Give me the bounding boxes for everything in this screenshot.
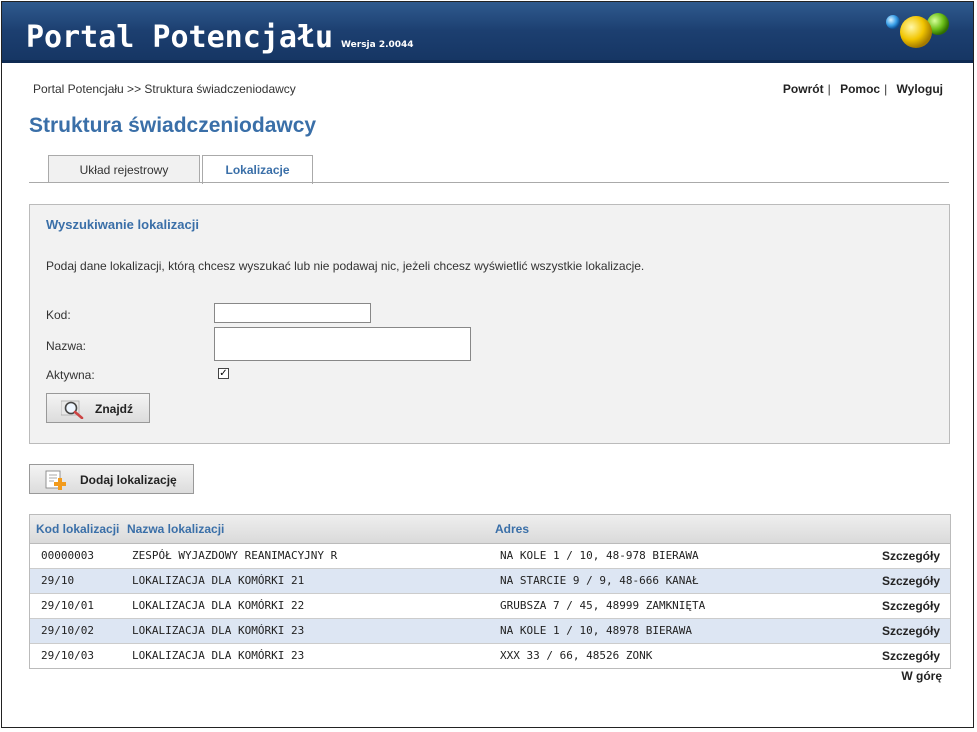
cell-code: 29/10 — [41, 574, 75, 587]
magnifier-icon — [61, 400, 84, 419]
table-row: 29/10/03 LOKALIZACJA DLA KOMÓRKI 23 XXX … — [30, 644, 950, 668]
active-checkbox[interactable]: ✓ — [218, 368, 229, 379]
cell-address: NA KOLE 1 / 10, 48-978 BIERAWA — [500, 549, 699, 562]
table-row: 29/10 LOKALIZACJA DLA KOMÓRKI 21 NA STAR… — [30, 569, 950, 594]
table-row: 29/10/02 LOKALIZACJA DLA KOMÓRKI 23 NA K… — [30, 619, 950, 644]
table-row: 00000003 ZESPÓŁ WYJAZDOWY REANIMACYJNY R… — [30, 544, 950, 569]
tabs-divider — [29, 182, 949, 183]
details-link[interactable]: Szczegóły — [882, 574, 940, 588]
cell-code: 00000003 — [41, 549, 94, 562]
breadcrumb[interactable]: Portal Potencjału >> Struktura świadczen… — [33, 82, 296, 96]
search-panel-title: Wyszukiwanie lokalizacji — [46, 217, 199, 232]
column-header-code[interactable]: Kod lokalizacji — [36, 522, 119, 536]
search-panel: Wyszukiwanie lokalizacji Podaj dane loka… — [29, 204, 950, 444]
add-document-icon — [45, 470, 66, 490]
help-link[interactable]: Pomoc — [840, 82, 880, 96]
cell-name: LOKALIZACJA DLA KOMÓRKI 23 — [132, 649, 305, 662]
cell-name: LOKALIZACJA DLA KOMÓRKI 21 — [132, 574, 305, 587]
tab-registry-layout[interactable]: Układ rejestrowy — [48, 155, 200, 183]
search-description: Podaj dane lokalizacji, którą chcesz wys… — [46, 259, 645, 273]
app-version: Wersja 2.0044 — [341, 40, 414, 50]
separator: | — [884, 82, 888, 96]
separator: | — [827, 82, 831, 96]
browser-window: Portal Potencjału Wersja 2.0044 Portal Po… — [1, 1, 974, 728]
back-to-top-link[interactable]: W górę — [901, 669, 942, 683]
table-row: 29/10/01 LOKALIZACJA DLA KOMÓRKI 22 GRUB… — [30, 594, 950, 619]
top-links: Powrót | Pomoc | Wyloguj — [783, 82, 943, 96]
code-label: Kod: — [46, 308, 71, 322]
cell-address: NA KOLE 1 / 10, 48978 BIERAWA — [500, 624, 693, 637]
name-label: Nazwa: — [46, 339, 87, 353]
cell-name: LOKALIZACJA DLA KOMÓRKI 22 — [132, 599, 305, 612]
cell-code: 29/10/03 — [41, 649, 94, 662]
details-link[interactable]: Szczegóły — [882, 649, 940, 663]
cell-name: ZESPÓŁ WYJAZDOWY REANIMACYJNY R — [132, 549, 338, 562]
app-title: Portal Potencjału Wersja 2.0044 — [26, 20, 414, 55]
column-header-address[interactable]: Adres — [495, 522, 529, 536]
add-location-label: Dodaj lokalizację — [80, 473, 177, 487]
tab-locations[interactable]: Lokalizacje — [202, 155, 313, 184]
table-header: Kod lokalizacji Nazwa lokalizacji Adres — [30, 515, 950, 544]
logout-link[interactable]: Wyloguj — [897, 82, 943, 96]
find-button[interactable]: Znajdź — [46, 393, 150, 423]
name-input[interactable] — [214, 327, 471, 361]
locations-table: Kod lokalizacji Nazwa lokalizacji Adres … — [29, 514, 951, 669]
find-button-label: Znajdź — [95, 402, 133, 416]
code-input[interactable] — [214, 303, 371, 323]
details-link[interactable]: Szczegóły — [882, 624, 940, 638]
add-location-button[interactable]: Dodaj lokalizację — [29, 464, 194, 494]
column-header-name[interactable]: Nazwa lokalizacji — [127, 522, 224, 536]
page-title: Struktura świadczeniodawcy — [29, 114, 317, 137]
details-link[interactable]: Szczegóły — [882, 549, 940, 563]
active-label: Aktywna: — [46, 368, 95, 382]
app-title-text: Portal Potencjału — [26, 20, 334, 55]
app-header: Portal Potencjału Wersja 2.0044 — [2, 2, 973, 63]
cell-address: NA STARCIE 9 / 9, 48-666 KANAŁ — [500, 574, 699, 587]
details-link[interactable]: Szczegóły — [882, 599, 940, 613]
back-link[interactable]: Powrót — [783, 82, 824, 96]
cell-code: 29/10/02 — [41, 624, 94, 637]
cell-address: XXX 33 / 66, 48526 ZONK — [500, 649, 653, 662]
colored-spheres-logo — [886, 13, 949, 48]
cell-name: LOKALIZACJA DLA KOMÓRKI 23 — [132, 624, 305, 637]
cell-code: 29/10/01 — [41, 599, 94, 612]
cell-address: GRUBSZA 7 / 45, 48999 ZAMKNIĘTA — [500, 599, 706, 612]
